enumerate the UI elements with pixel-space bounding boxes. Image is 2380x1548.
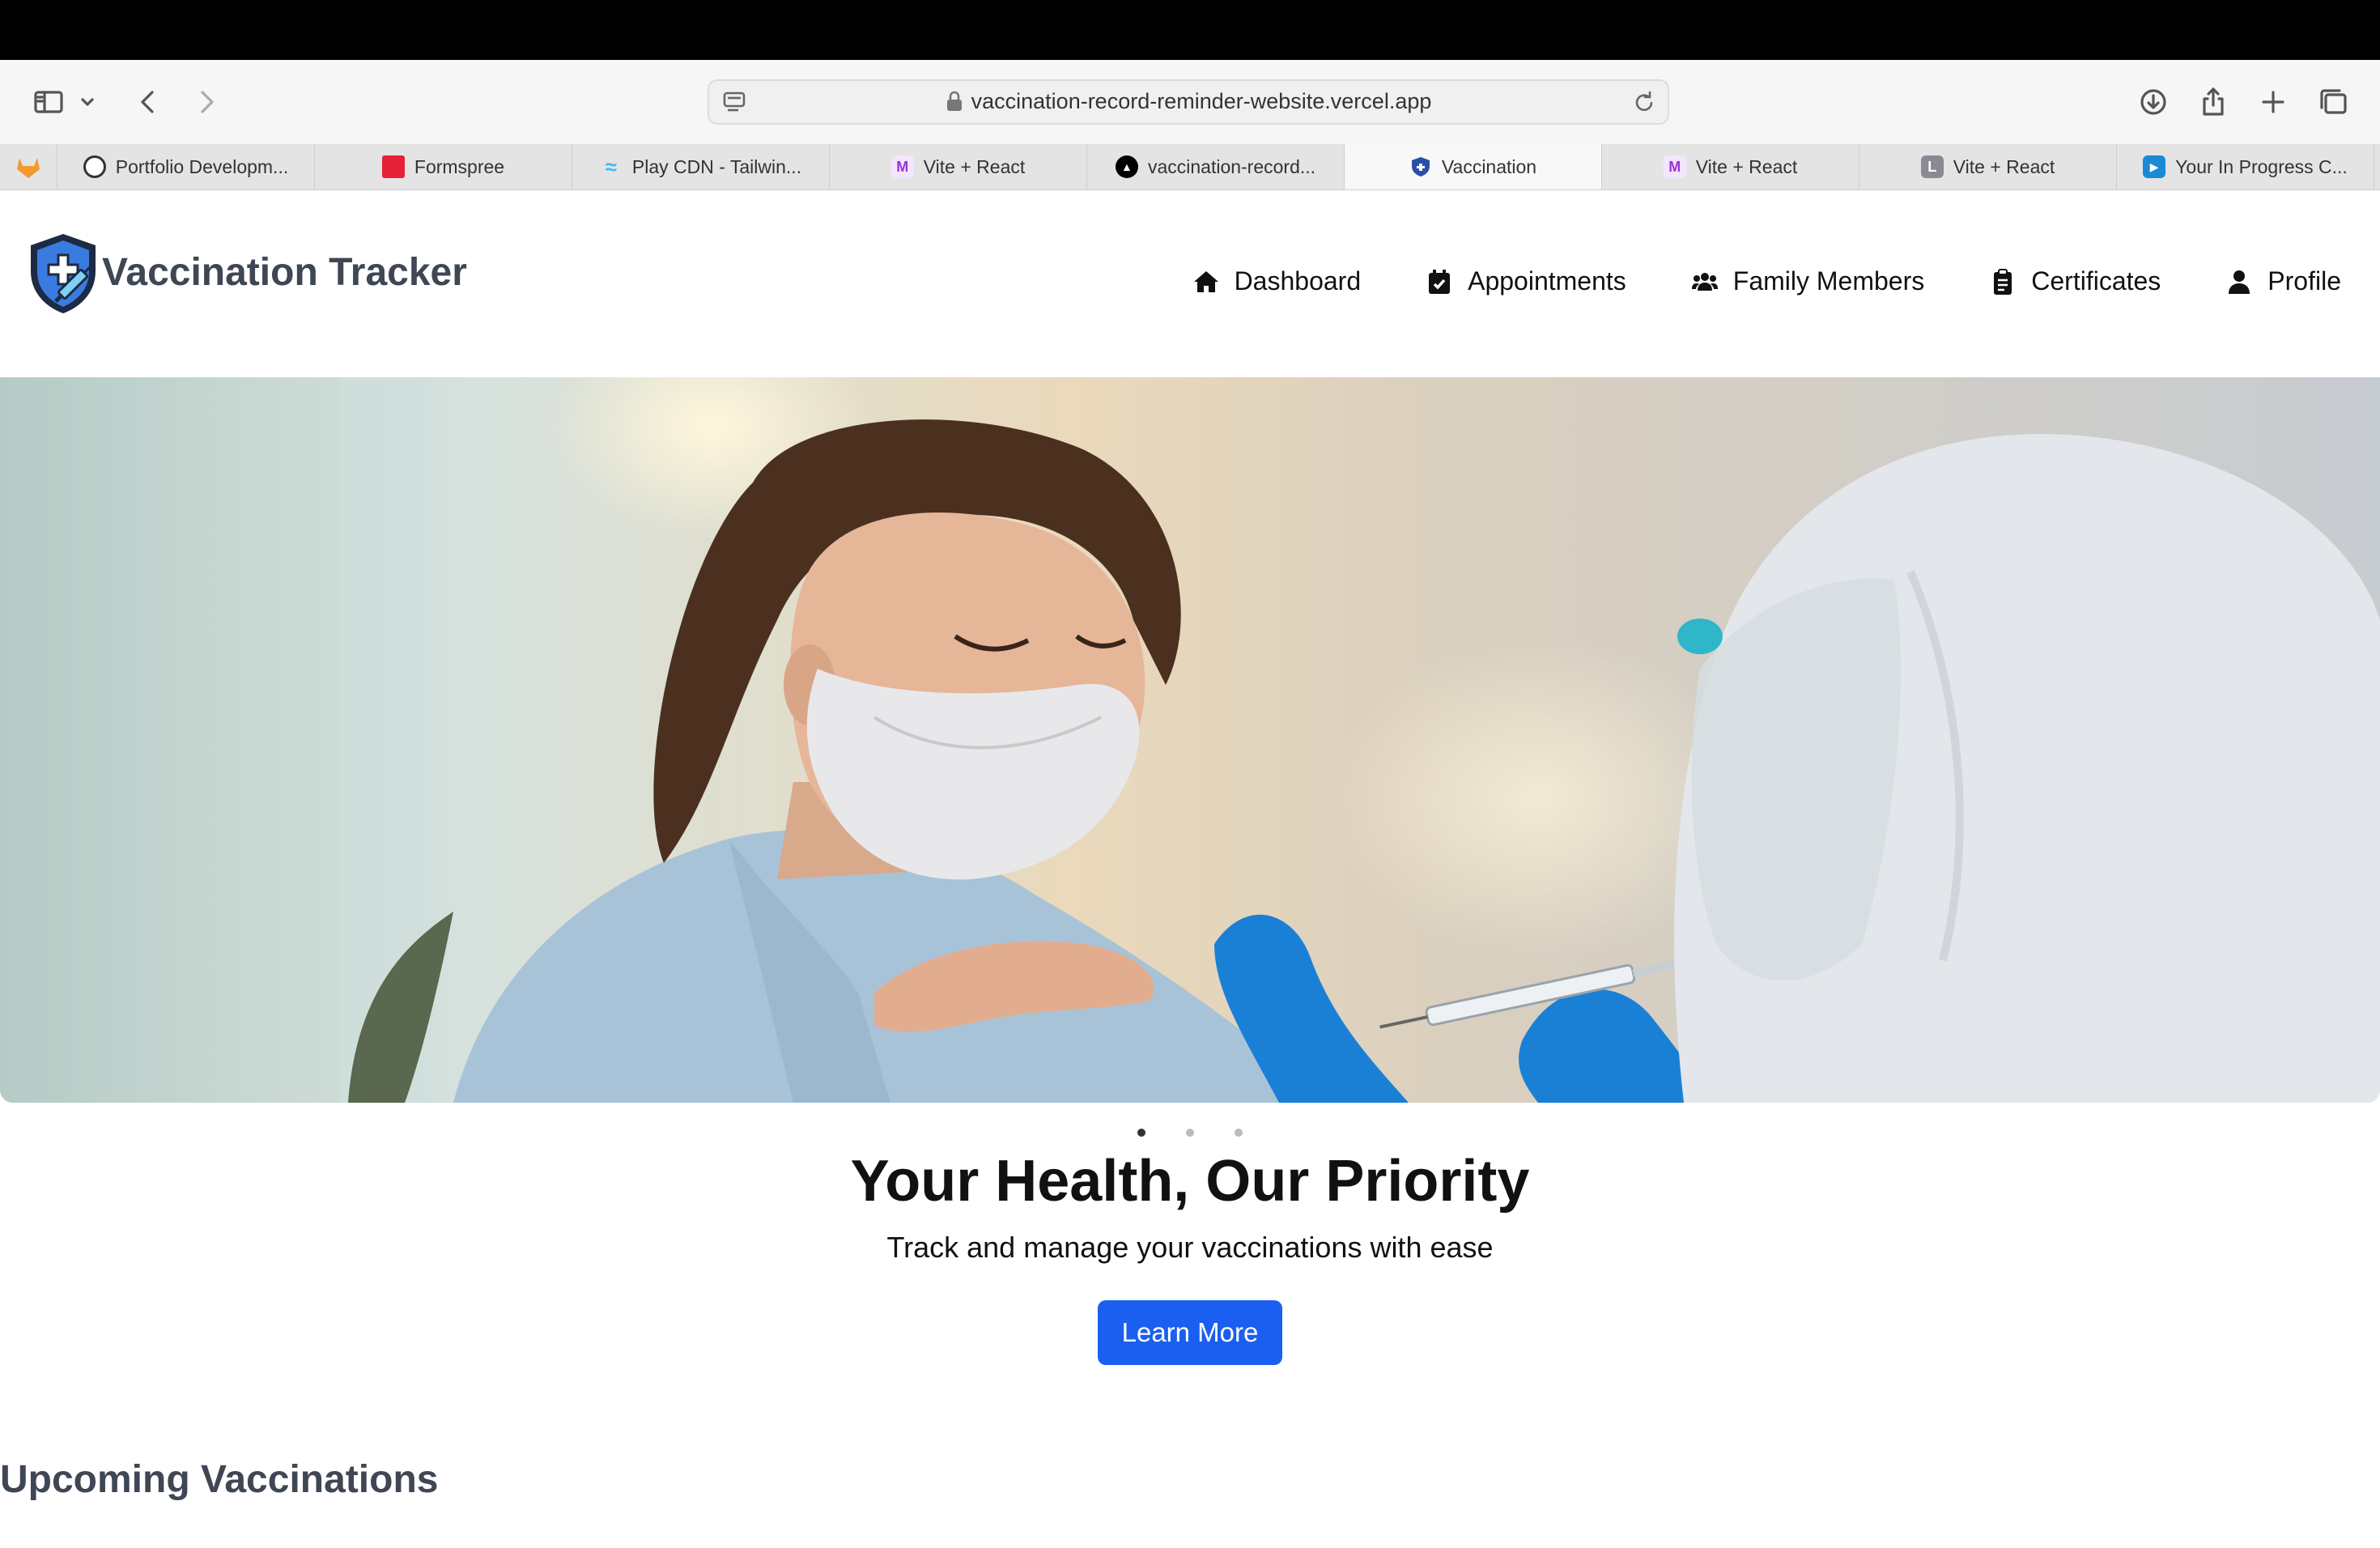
nav-family-members[interactable]: Family Members	[1691, 266, 1924, 296]
address-bar[interactable]: vaccination-record-reminder-website.verc…	[708, 79, 1669, 125]
shield-icon	[1409, 155, 1432, 178]
back-icon[interactable]	[126, 79, 172, 125]
tab-label: Vaccination	[1441, 155, 1537, 177]
nav-certificates-label: Certificates	[2031, 266, 2161, 296]
openai-icon	[83, 155, 106, 178]
tab-vite-react-3[interactable]: L Vite + React	[1859, 144, 2117, 189]
nav-appointments[interactable]: Appointments	[1426, 266, 1626, 296]
tab-vite-react-2[interactable]: M Vite + React	[1602, 144, 1859, 189]
play-icon: ▶	[2143, 155, 2166, 178]
tab-label: Vite + React	[1953, 155, 2055, 177]
vercel-icon: ▲	[1115, 155, 1138, 178]
tab-vercel[interactable]: ▲ vaccination-record...	[1087, 144, 1345, 189]
new-tab-icon[interactable]	[2250, 79, 2296, 125]
hero-carousel-image	[0, 377, 2380, 1103]
tab-formspree[interactable]: Formspree	[315, 144, 572, 189]
nav-certificates[interactable]: Certificates	[1989, 266, 2161, 296]
home-icon	[1193, 270, 1218, 292]
reload-icon[interactable]	[1630, 89, 1658, 117]
url-text: vaccination-record-reminder-website.verc…	[709, 89, 1668, 114]
nav-dashboard[interactable]: Dashboard	[1192, 266, 1362, 296]
tab-vite-react-1[interactable]: M Vite + React	[830, 144, 1087, 189]
user-icon	[2229, 270, 2250, 294]
l-icon: L	[1920, 155, 1944, 178]
tab-in-progress[interactable]: ▶ Your In Progress C...	[2117, 144, 2374, 189]
macos-top-bar	[0, 0, 2380, 60]
tab-label: Formspree	[414, 155, 505, 177]
tab-label: Portfolio Developm...	[115, 155, 289, 177]
tab-label: Your In Progress C...	[2175, 155, 2348, 177]
learn-more-button[interactable]: Learn More	[1098, 1300, 1282, 1365]
nav-dashboard-label: Dashboard	[1234, 266, 1362, 296]
carousel-dot-2[interactable]	[1186, 1129, 1194, 1137]
tab-bar: Portfolio Developm... Formspree ≈ Play C…	[0, 144, 2380, 190]
nav-profile[interactable]: Profile	[2225, 266, 2341, 296]
m-icon: M	[890, 155, 914, 178]
tab-label: Vite + React	[923, 155, 1026, 177]
tab-tailwind[interactable]: ≈ Play CDN - Tailwin...	[572, 144, 830, 189]
hero-subtitle: Track and manage your vaccinations with …	[886, 1231, 1494, 1264]
browser-toolbar: vaccination-record-reminder-website.verc…	[0, 60, 2380, 145]
share-icon[interactable]	[2191, 79, 2236, 125]
tab-vaccination[interactable]: Vaccination	[1345, 144, 1602, 189]
hero-title: Your Health, Our Priority	[850, 1149, 1530, 1214]
formspree-icon	[381, 155, 405, 178]
gitlab-icon	[17, 158, 40, 178]
vaccination-shield-logo-icon[interactable]	[24, 231, 102, 315]
calendar-check-icon	[1429, 269, 1451, 294]
tab-label: vaccination-record...	[1147, 155, 1316, 177]
m-icon: M	[1663, 155, 1686, 178]
carousel-dot-3[interactable]	[1235, 1129, 1243, 1137]
clipboard-icon	[1994, 268, 2012, 295]
chevron-down-icon[interactable]	[71, 79, 104, 125]
lock-icon	[946, 91, 962, 111]
carousel-dot-1[interactable]	[1137, 1129, 1145, 1137]
nav-profile-label: Profile	[2267, 266, 2341, 296]
downloads-icon[interactable]	[2131, 79, 2176, 125]
tab-label: Vite + React	[1695, 155, 1798, 177]
forward-icon[interactable]	[183, 79, 228, 125]
nav-family-label: Family Members	[1732, 266, 1925, 296]
tab-overview-icon[interactable]	[2310, 79, 2356, 125]
carousel-indicators	[0, 1129, 2380, 1137]
pinned-tab-gitlab[interactable]	[0, 144, 57, 189]
brand-name[interactable]: Vaccination Tracker	[102, 250, 467, 295]
tab-portfolio[interactable]: Portfolio Developm...	[57, 144, 315, 189]
main-nav: Dashboard Appointments Family Members Ce…	[1192, 266, 2341, 296]
site-header: Vaccination Tracker Dashboard Appointmen…	[0, 190, 2380, 376]
vaccination-photo	[0, 377, 2380, 1103]
tailwind-icon: ≈	[605, 154, 618, 179]
tab-label: Play CDN - Tailwin...	[631, 155, 802, 177]
sidebar-toggle-icon[interactable]	[26, 79, 71, 125]
users-icon	[1691, 272, 1718, 291]
nav-appointments-label: Appointments	[1468, 266, 1626, 296]
upcoming-vaccinations-heading: Upcoming Vaccinations	[0, 1458, 439, 1501]
